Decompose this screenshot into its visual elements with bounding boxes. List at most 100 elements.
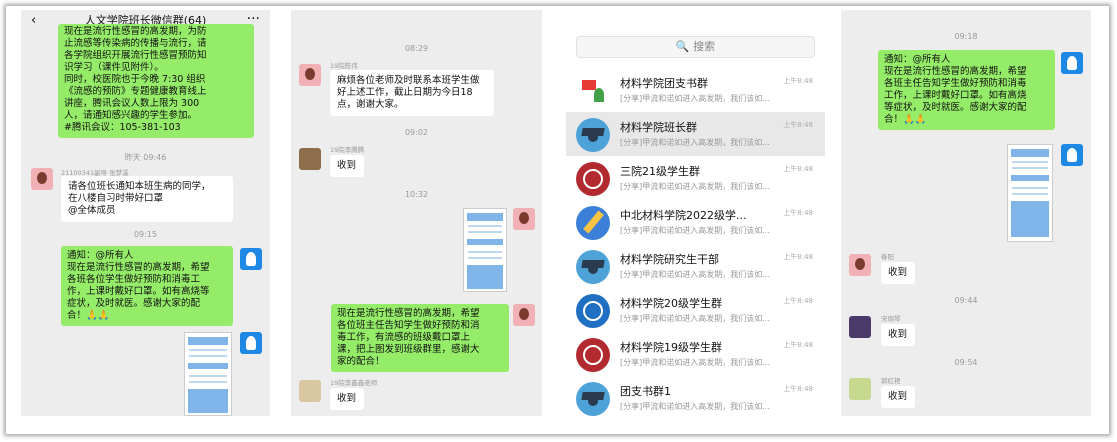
- chat-time: 上午8:48: [783, 209, 813, 217]
- chat-list-item[interactable]: 中北材料学院2022级学... 上午8:48 [分享]甲流和诺如进入高发期，我们…: [566, 200, 825, 244]
- message-line: 同时，校医院也于今晚 7:30 组织: [64, 74, 206, 85]
- meeting-link[interactable]: #腾讯会议：105-381-103: [64, 122, 248, 134]
- chat-list-item[interactable]: 材料学院班长群 上午8:48 [分享]甲流和诺如进入高发期，我们该如...: [566, 112, 825, 156]
- status-strip: [566, 10, 825, 20]
- message-line: 现在是流行性感冒的高发期，为防: [64, 26, 207, 37]
- sender-avatar[interactable]: [299, 380, 321, 402]
- message-bubble[interactable]: 现在是流行性感冒的高发期，希望 各位班主任告知学生做好预防和消 毒工作，有流感的…: [331, 304, 509, 372]
- chat-name: 材料学院20级学生群: [620, 297, 722, 310]
- graduation-cap-icon: [576, 382, 610, 416]
- back-icon[interactable]: ‹: [31, 10, 36, 32]
- chat-name: 材料学院团支书群: [620, 77, 708, 90]
- my-avatar[interactable]: [240, 248, 262, 270]
- chat-time: 上午8:48: [783, 341, 813, 349]
- message-line: 麻烦各位老师及时联系本班学生做: [337, 75, 480, 86]
- message-line: @全体成员: [68, 205, 116, 216]
- pencil-icon: [576, 206, 610, 240]
- message-line: 各班各位学生做好预防和消毒工: [67, 274, 201, 285]
- chat-name: 材料学院19级学生群: [620, 341, 722, 354]
- message-bubble[interactable]: 收到: [881, 262, 915, 284]
- chat-time: 上午8:48: [783, 385, 813, 393]
- message-bubble[interactable]: 通知：@所有人 现在是流行性感冒的高发期，希望 各班各位学生做好预防和消毒工 作…: [61, 246, 233, 326]
- chat-list-item[interactable]: 材料学院20级学生群 上午8:48 [分享]甲流和诺如进入高发期，我们该如...: [566, 288, 825, 332]
- my-avatar[interactable]: [513, 304, 535, 326]
- message-line: 毒工作，有流感的班级戴口罩上: [337, 332, 471, 343]
- message-line: 合！🙏🙏: [67, 310, 110, 321]
- sender-avatar[interactable]: [31, 168, 53, 190]
- my-avatar[interactable]: [240, 332, 262, 354]
- timestamp: 昨天 09:46: [124, 153, 167, 162]
- sender-avatar[interactable]: [849, 378, 871, 400]
- sender-avatar[interactable]: [849, 316, 871, 338]
- message-line: 点，谢谢大家。: [337, 99, 404, 110]
- message-line: 症状，及时就医。感谢大家的配: [67, 298, 201, 309]
- university-seal-icon: [576, 338, 610, 372]
- message-line: 各位班主任告知学生做好预防和消: [337, 320, 480, 331]
- chat-preview: [分享]甲流和诺如进入高发期，我们该如...: [620, 226, 770, 235]
- chat-name: 团支书群1: [620, 385, 671, 398]
- message-line: 在八楼自习时带好口罩: [68, 193, 164, 204]
- timestamp: 10:32: [404, 190, 429, 199]
- message-line: 通知：@所有人: [884, 54, 951, 65]
- message-line: 家的配合！: [337, 356, 385, 367]
- message-line: 作，上课时戴好口罩。如有高烧等: [67, 286, 210, 297]
- message-bubble[interactable]: 麻烦各位老师及时联系本班学生做 好上述工作，截止日期为今日18 点，谢谢大家。: [330, 70, 494, 116]
- poster-image[interactable]: [184, 332, 232, 416]
- message-bubble[interactable]: 收到: [330, 388, 364, 410]
- timestamp: 08:29: [404, 44, 429, 53]
- timestamp: 09:15: [133, 230, 158, 239]
- chat-name: 中北材料学院2022级学...: [620, 209, 747, 222]
- chat-time: 上午8:48: [783, 77, 813, 85]
- message-bubble[interactable]: 请各位班长通知本班生病的同学， 在八楼自习时带好口罩 @全体成员: [61, 176, 233, 222]
- message-line: 各学院组织开展流行性感冒预防知: [64, 50, 207, 61]
- sender-name: 19院李鑫鑫老师: [330, 379, 378, 387]
- message-bubble[interactable]: 通知：@所有人 现在是流行性感冒的高发期，希望 各班主任告知学生做好预防和消毒 …: [878, 50, 1055, 130]
- chat-name: 材料学院研究生干部: [620, 253, 719, 266]
- chat-name: 材料学院班长群: [620, 121, 697, 134]
- chat-list-item[interactable]: 三院21级学生群 上午8:48 [分享]甲流和诺如进入高发期，我们该如...: [566, 156, 825, 200]
- my-avatar[interactable]: [1061, 52, 1083, 74]
- chat-panel-4: 09:18 通知：@所有人 现在是流行性感冒的高发期，希望 各班主任告知学生做好…: [841, 10, 1091, 416]
- message-line: 合！🙏🙏: [884, 114, 927, 125]
- sender-avatar[interactable]: [849, 254, 871, 276]
- message-line: 请各位班长通知本班生病的同学，: [68, 181, 211, 192]
- chat-preview: [分享]甲流和诺如进入高发期，我们该如...: [620, 94, 770, 103]
- chat-list-item[interactable]: 材料学院研究生干部 上午8:48 [分享]甲流和诺如进入高发期，我们该如...: [566, 244, 825, 288]
- sender-name: 郭红艳: [881, 377, 901, 385]
- chat-panel-2: 08:29 19院陈伟 麻烦各位老师及时联系本班学生做 好上述工作，截止日期为今…: [291, 10, 542, 416]
- message-line: 各班主任告知学生做好预防和消毒: [884, 78, 1027, 89]
- chat-time: 上午8:48: [783, 253, 813, 261]
- chat-preview: [分享]甲流和诺如进入高发期，我们该如...: [620, 314, 770, 323]
- my-avatar[interactable]: [513, 208, 535, 230]
- message-line: 人，请通知感兴趣的学生参加。: [64, 110, 198, 121]
- message-line: 现在是流行性感冒的高发期，希望: [884, 66, 1027, 77]
- poster-image[interactable]: [463, 208, 507, 292]
- message-line: 现在是流行性感冒的高发期，希望: [67, 262, 210, 273]
- message-bubble[interactable]: 现在是流行性感冒的高发期，为防 止流感等传染病的传播与流行，请 各学院组织开展流…: [58, 24, 254, 138]
- chat-time: 上午8:48: [783, 165, 813, 173]
- sender-avatar[interactable]: [299, 148, 321, 170]
- chat-preview: [分享]甲流和诺如进入高发期，我们该如...: [620, 358, 770, 367]
- poster-image[interactable]: [1007, 144, 1053, 242]
- sender-name: 春阳: [881, 253, 894, 261]
- university-seal-icon: [576, 162, 610, 196]
- chat-time: 上午8:48: [783, 121, 813, 129]
- search-input[interactable]: 🔍 搜索: [576, 36, 815, 58]
- university-seal-icon: [576, 294, 610, 328]
- chat-list-item[interactable]: 材料学院团支书群 上午8:48 [分享]甲流和诺如进入高发期，我们该如...: [566, 68, 825, 112]
- chat-time: 上午8:48: [783, 297, 813, 305]
- chat-preview: [分享]甲流和诺如进入高发期，我们该如...: [620, 402, 770, 411]
- chat-list-item[interactable]: 团支书群1 上午8:48 [分享]甲流和诺如进入高发期，我们该如...: [566, 376, 825, 416]
- my-avatar[interactable]: [1061, 144, 1083, 166]
- timestamp: 09:18: [954, 32, 978, 41]
- message-bubble[interactable]: 收到: [881, 324, 915, 346]
- message-bubble[interactable]: 收到: [330, 155, 364, 177]
- graduation-cap-icon: [576, 118, 610, 152]
- message-line: 《流感的预防》专题健康教育线上: [64, 86, 207, 97]
- message-bubble[interactable]: 收到: [881, 386, 915, 408]
- chat-list-item[interactable]: 材料学院19级学生群 上午8:48 [分享]甲流和诺如进入高发期，我们该如...: [566, 332, 825, 376]
- sender-avatar[interactable]: [299, 64, 321, 86]
- message-line: 止流感等传染病的传播与流行，请: [64, 38, 207, 49]
- sender-name: 19院陈伟: [330, 62, 358, 70]
- timestamp: 09:02: [404, 128, 429, 137]
